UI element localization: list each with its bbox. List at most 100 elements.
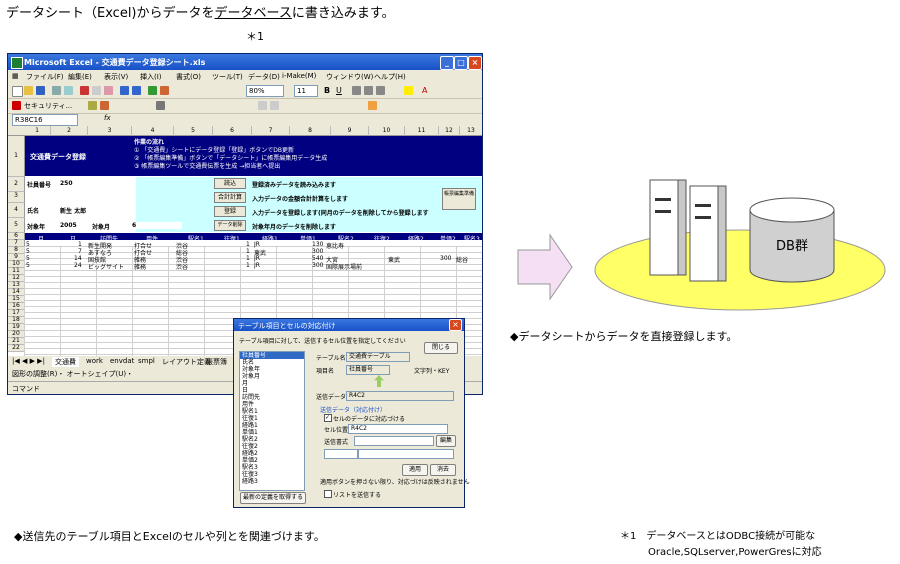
excel-menu-icon[interactable]: ▦ (12, 72, 19, 80)
table-cell[interactable]: 恵比寿 (326, 241, 344, 250)
close-icon[interactable]: × (468, 56, 482, 70)
preview-icon[interactable] (64, 86, 73, 95)
maximize-icon[interactable]: □ (454, 56, 468, 70)
table-cell[interactable]: 渋谷 (176, 262, 188, 271)
load-button[interactable]: 読込 (214, 178, 246, 189)
tab-envdat[interactable]: envdat (110, 357, 134, 365)
list-item[interactable]: 駅名2 (240, 436, 304, 443)
table-cell[interactable]: JR (254, 255, 260, 262)
list-item[interactable]: 往復1 (240, 415, 304, 422)
emp-no-value[interactable]: 250 (60, 180, 132, 187)
copy-icon[interactable] (92, 86, 101, 95)
tab-nav-icon[interactable]: |◀ ◀ ▶ ▶| (12, 357, 45, 365)
delete-data-button[interactable]: データ削除 (214, 220, 246, 231)
option-field-2[interactable] (358, 449, 454, 459)
clear-button[interactable]: 消去 (430, 464, 456, 476)
table-item-list[interactable]: 社員番号 氏名 対象年 対象月 月 日 訪問先 用件 駅名1 往復1 経路1 単… (239, 351, 305, 491)
menu-file[interactable]: ファイル(F) (26, 72, 64, 82)
highlight-icon[interactable] (368, 101, 377, 110)
cell-pos-field[interactable]: R4C2 (348, 424, 448, 434)
table-cell[interactable]: 300 (312, 248, 323, 255)
column-header[interactable]: 4 (132, 126, 174, 136)
table-cell[interactable]: JR (254, 241, 260, 248)
table-cell[interactable]: ビッグサイト (88, 262, 124, 271)
menu-view[interactable]: 表示(V) (104, 72, 128, 82)
menu-window[interactable]: ウィンドウ(W) (326, 72, 373, 82)
row-header[interactable]: 22 (8, 345, 25, 352)
menu-format[interactable]: 書式(O) (176, 72, 201, 82)
tab-smpl[interactable]: smpl (138, 357, 155, 365)
table-cell[interactable]: 130 (312, 241, 323, 248)
save-icon[interactable] (36, 86, 45, 95)
autosum-icon[interactable] (148, 86, 157, 95)
list-item[interactable]: 用件 (240, 401, 304, 408)
menu-tools[interactable]: ツール(T) (212, 72, 243, 82)
table-cell[interactable]: 7 (78, 248, 82, 255)
bold-icon[interactable]: B (324, 86, 333, 95)
table-cell[interactable]: 5 (26, 262, 30, 269)
table-cell[interactable]: 5 (26, 255, 30, 262)
draw-menu[interactable]: 図形の調整(R)・ オートシェイプ(U)・ (12, 369, 133, 379)
register-button[interactable]: 登録 (214, 206, 246, 217)
dialog-close-icon[interactable]: × (449, 319, 462, 331)
report-prep-button[interactable]: 帳票編集準備 (442, 188, 476, 210)
table-cell[interactable]: 1 (246, 262, 250, 269)
paste-icon[interactable] (104, 86, 113, 95)
table-cell[interactable]: 540 (312, 255, 323, 262)
select-all-corner[interactable] (8, 126, 25, 136)
table-cell[interactable]: 5 (26, 248, 30, 255)
align-right-icon[interactable] (376, 86, 385, 95)
row-header[interactable]: 5 (8, 218, 25, 233)
menu-imake[interactable]: i-Make(M) (282, 72, 316, 80)
table-cell[interactable]: 300 (312, 262, 323, 269)
column-header[interactable]: 8 (290, 126, 331, 136)
chart-icon[interactable] (160, 86, 169, 95)
map-cell-checkbox[interactable]: ✓ (324, 414, 332, 422)
open-folder-icon[interactable] (24, 86, 33, 95)
list-item[interactable]: 対象年 (240, 366, 304, 373)
option-tool-icon[interactable] (270, 101, 279, 110)
align-center-icon[interactable] (364, 86, 373, 95)
table-cell[interactable]: 1 (246, 255, 250, 262)
font-size-select[interactable]: 11 (294, 85, 318, 97)
name-box[interactable]: R38C16 (12, 114, 78, 126)
underline-icon[interactable]: U (336, 86, 345, 95)
list-item[interactable]: 氏名 (240, 359, 304, 366)
column-header[interactable]: 5 (174, 126, 213, 136)
column-header[interactable]: 12 (439, 126, 460, 136)
list-item[interactable]: 駅名1 (240, 408, 304, 415)
list-item[interactable]: 月 (240, 380, 304, 387)
menu-insert[interactable]: 挿入(I) (140, 72, 162, 82)
table-cell[interactable]: 1 (246, 248, 250, 255)
minimize-icon[interactable]: _ (440, 56, 454, 70)
security-button[interactable]: セキュリティ... (24, 101, 72, 111)
table-cell[interactable]: 東武 (388, 255, 400, 264)
table-cell[interactable]: 国際展示場前 (326, 262, 362, 271)
table-cell[interactable]: 14 (74, 255, 82, 262)
column-header[interactable]: 6 (213, 126, 252, 136)
zoom-select[interactable]: 80% (246, 85, 284, 97)
list-send-checkbox[interactable] (324, 490, 332, 498)
tab-layout[interactable]: レイアウト定義 (162, 357, 211, 367)
new-file-icon[interactable] (12, 86, 23, 97)
fill-color-icon[interactable] (404, 86, 413, 95)
column-header[interactable]: 10 (369, 126, 405, 136)
edit-button[interactable]: 編集 (436, 435, 456, 447)
align-left-icon[interactable] (352, 86, 361, 95)
visual-basic-icon[interactable] (88, 101, 97, 110)
column-header[interactable]: 3 (88, 126, 132, 136)
column-header[interactable]: 13 (460, 126, 482, 136)
row-header[interactable]: 4 (8, 203, 25, 218)
table-cell[interactable]: 24 (74, 262, 82, 269)
column-header[interactable]: 2 (51, 126, 88, 136)
option-field-1[interactable] (324, 449, 358, 459)
cut-icon[interactable] (80, 86, 89, 95)
column-header[interactable]: 7 (252, 126, 290, 136)
table-cell[interactable]: 総谷 (456, 255, 468, 264)
table-cell[interactable]: 雑務 (134, 262, 146, 271)
list-item[interactable]: 単価1 (240, 429, 304, 436)
control-icon[interactable] (100, 101, 109, 110)
checkbox-tool-icon[interactable] (258, 101, 267, 110)
font-color-icon[interactable]: A (422, 86, 431, 95)
print-icon[interactable] (52, 86, 61, 95)
